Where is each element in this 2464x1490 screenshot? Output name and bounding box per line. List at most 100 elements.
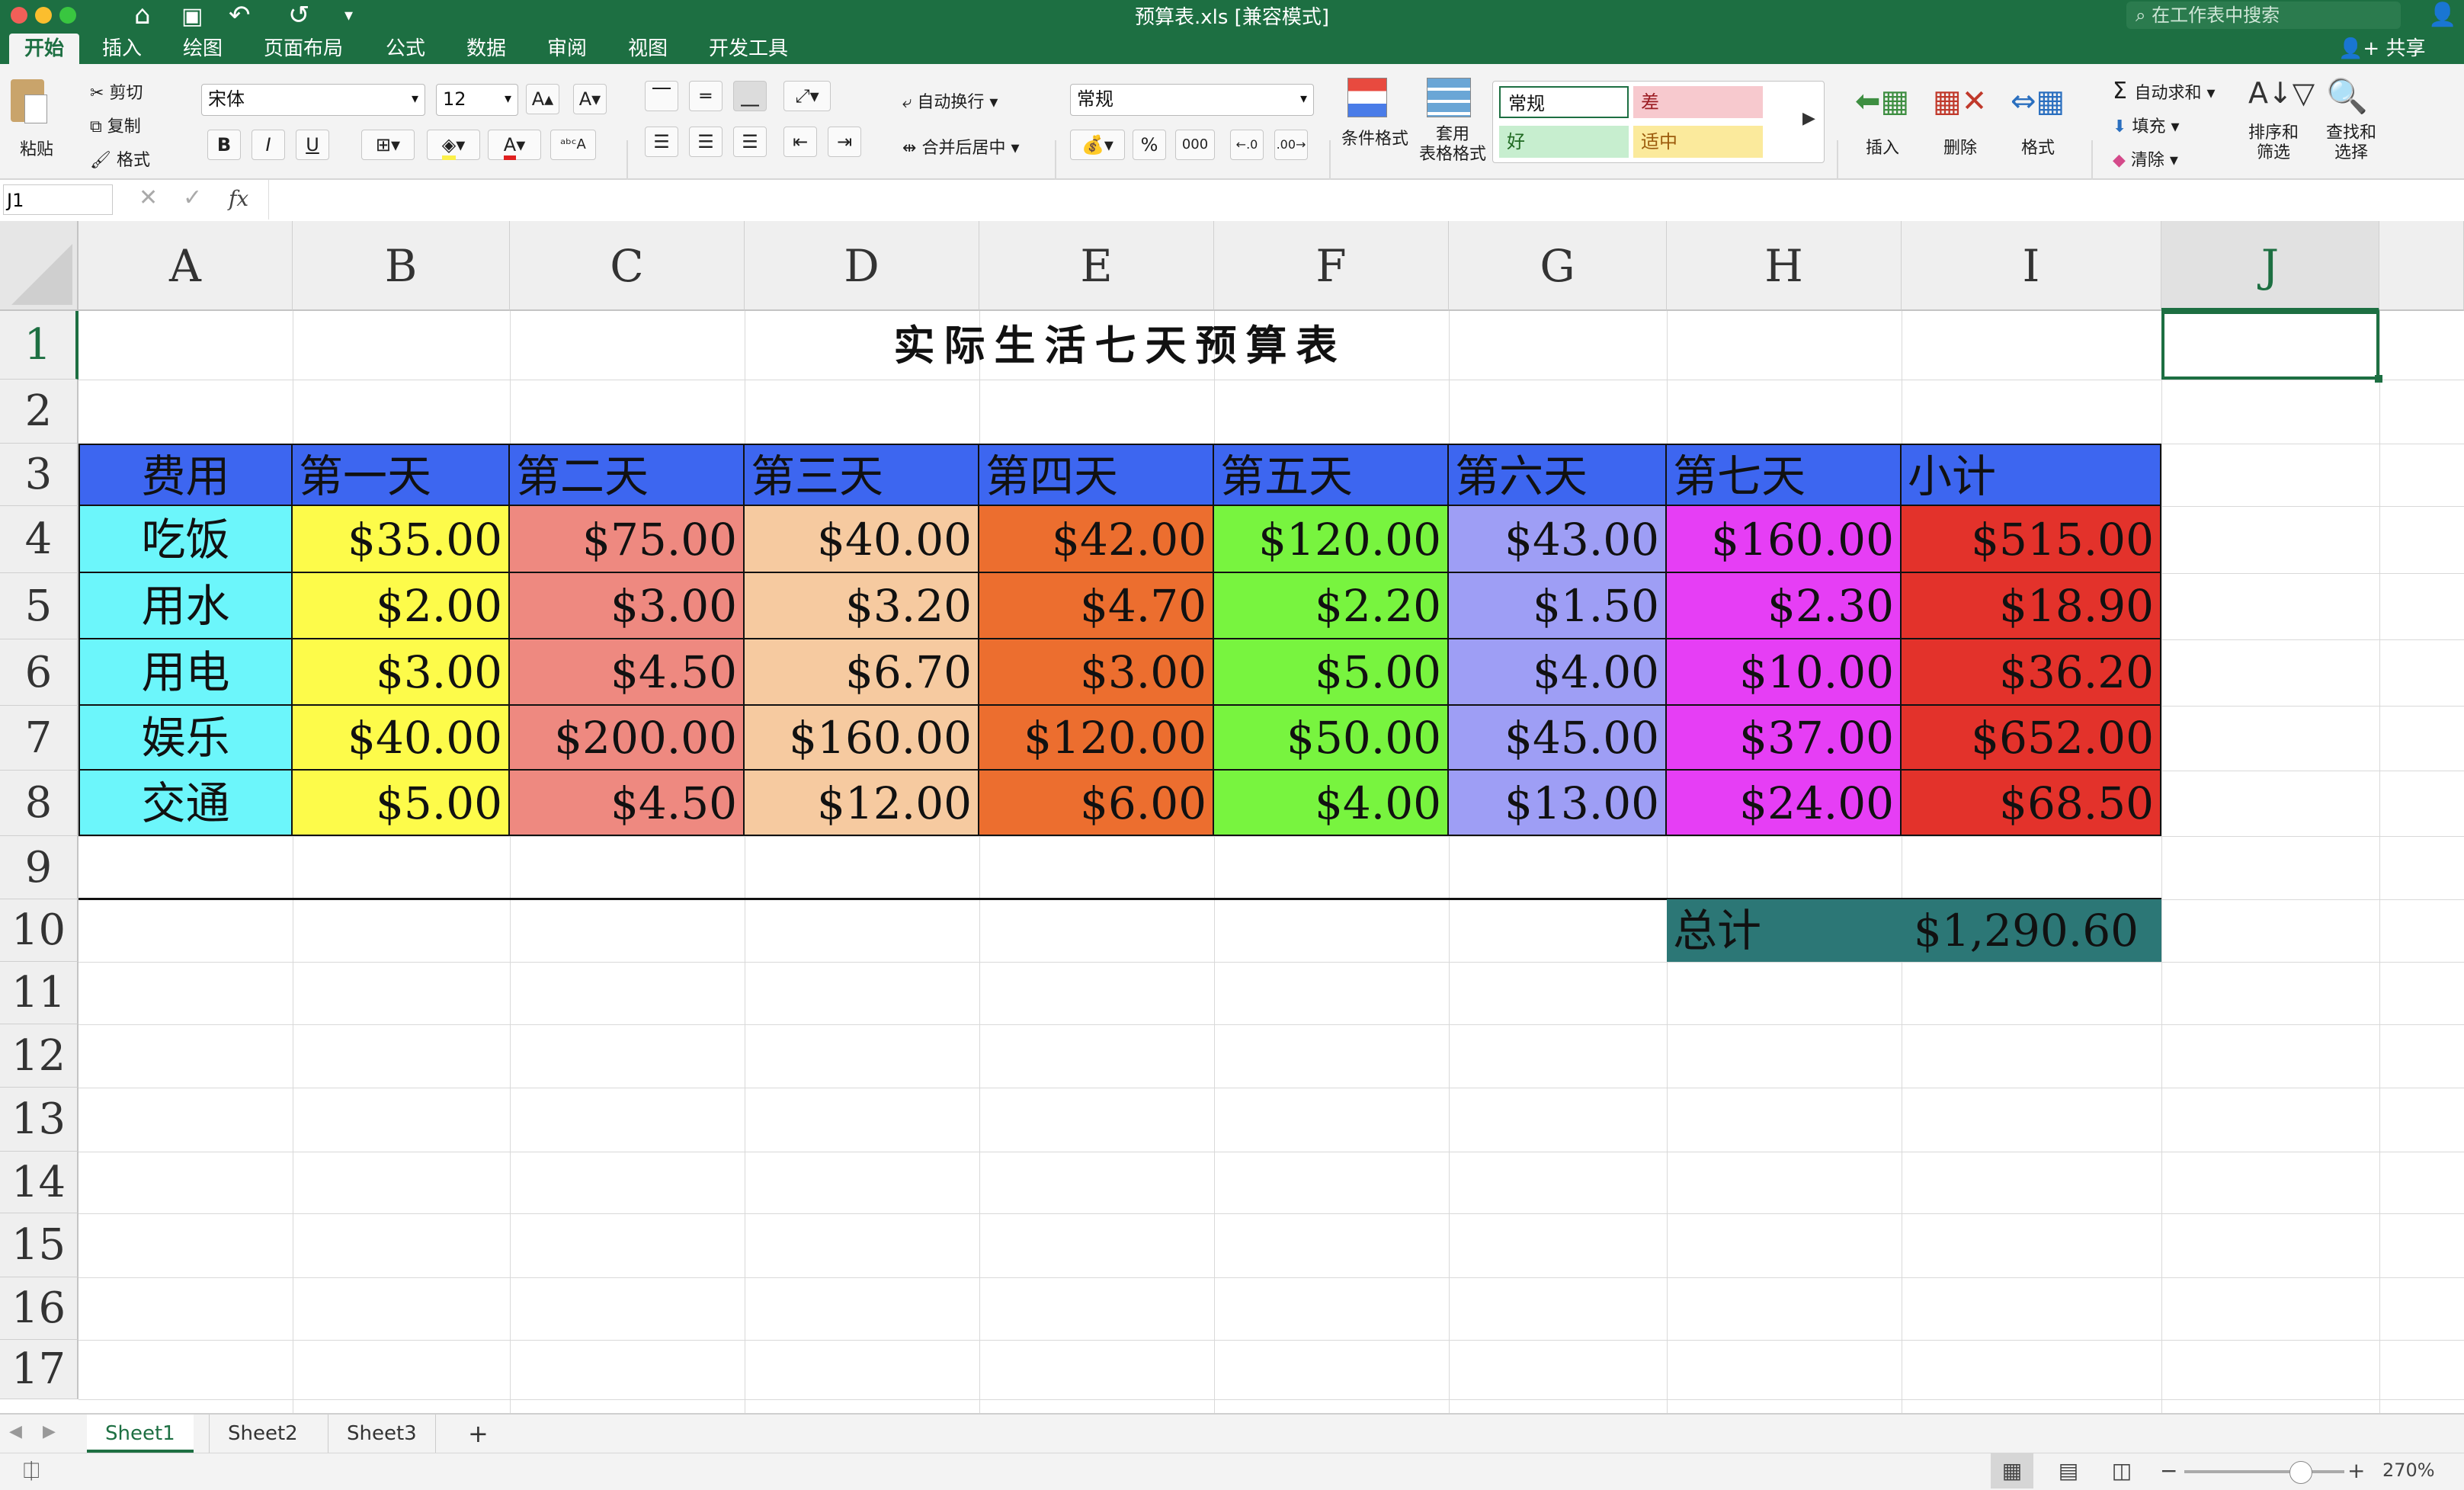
header-cell[interactable]: 第七天 <box>1667 444 1902 506</box>
paste-button[interactable] <box>11 79 50 125</box>
day-value-cell[interactable]: $4.00 <box>1214 771 1449 836</box>
scroll-tabs-right-icon[interactable]: ▶ <box>43 1422 56 1441</box>
percent-button[interactable]: % <box>1133 130 1166 160</box>
zoom-in-button[interactable]: + <box>2347 1458 2365 1483</box>
autosum-button[interactable]: Σ 自动求和 ▾ <box>2113 78 2216 104</box>
day-value-cell[interactable]: $4.00 <box>1449 639 1667 706</box>
day-value-cell[interactable]: $3.00 <box>510 573 745 639</box>
normal-view-button[interactable]: ▦ <box>1991 1453 2033 1488</box>
decrease-indent-button[interactable]: ⇤ <box>783 127 817 157</box>
header-cell[interactable]: 第三天 <box>745 444 979 506</box>
page-break-view-button[interactable]: ◫ <box>2100 1453 2143 1488</box>
day-value-cell[interactable]: $200.00 <box>510 706 745 771</box>
day-value-cell[interactable]: $42.00 <box>979 506 1214 573</box>
fill-color-button[interactable]: ◈▾ <box>427 130 480 160</box>
day-value-cell[interactable]: $3.00 <box>979 639 1214 706</box>
insert-cells-button[interactable]: ⬅▦ 插入 <box>1849 81 1918 158</box>
confirm-formula-icon[interactable]: ✓ <box>183 184 202 211</box>
fill-handle[interactable] <box>2375 375 2382 383</box>
day-value-cell[interactable]: $35.00 <box>293 506 510 573</box>
tab-developer[interactable]: 开发工具 <box>709 34 788 64</box>
subtotal-cell[interactable]: $18.90 <box>1902 573 2161 639</box>
clear-button[interactable]: ◆ 清除 ▾ <box>2113 146 2178 171</box>
total-value-cell[interactable]: $1,290.60 <box>1902 899 2161 962</box>
number-format-select[interactable]: 常规 ▾ <box>1070 84 1314 116</box>
column-header-a[interactable]: A <box>79 221 293 311</box>
day-value-cell[interactable]: $40.00 <box>293 706 510 771</box>
fill-button[interactable]: ⬇ 填充 ▾ <box>2113 113 2180 137</box>
sheet-tab-sheet1[interactable]: Sheet1 <box>87 1415 194 1453</box>
increase-indent-button[interactable]: ⇥ <box>828 127 861 157</box>
increase-decimal-button[interactable]: ←.0 <box>1230 130 1264 160</box>
align-top-button[interactable]: ⎺ <box>645 81 678 111</box>
tab-formulas[interactable]: 公式 <box>386 34 425 64</box>
align-middle-button[interactable]: ═ <box>689 81 723 111</box>
day-value-cell[interactable]: $120.00 <box>1214 506 1449 573</box>
sort-filter-button[interactable]: A↓▽ 排序和 筛选 <box>2244 76 2315 168</box>
day-value-cell[interactable]: $160.00 <box>1667 506 1902 573</box>
header-cell[interactable]: 第四天 <box>979 444 1214 506</box>
subtotal-cell[interactable]: $652.00 <box>1902 706 2161 771</box>
day-value-cell[interactable]: $45.00 <box>1449 706 1667 771</box>
day-value-cell[interactable]: $5.00 <box>1214 639 1449 706</box>
row-header-8[interactable]: 8 <box>0 771 79 836</box>
comma-style-button[interactable]: 000 <box>1175 130 1215 160</box>
copy-button[interactable]: ⧉ 复制 <box>90 113 141 137</box>
column-header-i[interactable]: I <box>1902 221 2161 311</box>
style-bad[interactable]: 差 <box>1633 86 1763 118</box>
day-value-cell[interactable]: $5.00 <box>293 771 510 836</box>
subtotal-cell[interactable]: $36.20 <box>1902 639 2161 706</box>
style-normal[interactable]: 常规 <box>1499 86 1629 118</box>
find-select-button[interactable]: 🔍 查找和 选择 <box>2321 76 2390 168</box>
column-header-f[interactable]: F <box>1214 221 1449 311</box>
underline-button[interactable]: U <box>296 130 329 160</box>
macro-record-icon[interactable]: ⎅ <box>23 1458 40 1484</box>
header-cell[interactable]: 费用 <box>79 444 293 506</box>
day-value-cell[interactable]: $75.00 <box>510 506 745 573</box>
day-value-cell[interactable]: $13.00 <box>1449 771 1667 836</box>
phonetic-button[interactable]: ᵃᵇᶜA <box>550 130 596 160</box>
header-cell[interactable]: 第二天 <box>510 444 745 506</box>
zoom-out-button[interactable]: − <box>2160 1458 2177 1483</box>
header-cell[interactable]: 第六天 <box>1449 444 1667 506</box>
day-value-cell[interactable]: $120.00 <box>979 706 1214 771</box>
day-value-cell[interactable]: $3.00 <box>293 639 510 706</box>
conditional-format-button[interactable]: 条件格式 <box>1341 78 1408 154</box>
header-cell[interactable]: 第五天 <box>1214 444 1449 506</box>
row-header-7[interactable]: 7 <box>0 706 79 771</box>
cancel-formula-icon[interactable]: ✕ <box>139 184 158 211</box>
select-all-button[interactable] <box>0 221 79 311</box>
row-header-2[interactable]: 2 <box>0 380 79 444</box>
align-right-button[interactable]: ☰ <box>733 127 767 157</box>
day-value-cell[interactable]: $2.20 <box>1214 573 1449 639</box>
style-neutral[interactable]: 适中 <box>1633 126 1763 158</box>
day-value-cell[interactable]: $10.00 <box>1667 639 1902 706</box>
row-header-9[interactable]: 9 <box>0 836 79 899</box>
column-header-h[interactable]: H <box>1667 221 1902 311</box>
day-value-cell[interactable]: $6.00 <box>979 771 1214 836</box>
sheet-tab-sheet3[interactable]: Sheet3 <box>328 1415 436 1453</box>
subtotal-cell[interactable]: $68.50 <box>1902 771 2161 836</box>
orientation-button[interactable]: ⤢▾ <box>783 81 831 111</box>
align-bottom-button[interactable]: ⎽ <box>733 81 767 111</box>
day-value-cell[interactable]: $2.30 <box>1667 573 1902 639</box>
day-value-cell[interactable]: $6.70 <box>745 639 979 706</box>
zoom-level[interactable]: 270% <box>2382 1460 2435 1481</box>
category-cell[interactable]: 用电 <box>79 639 293 706</box>
share-button[interactable]: 👤+ 共享 <box>2338 34 2425 64</box>
delete-cells-button[interactable]: ▦✕ 删除 <box>1927 81 1995 158</box>
column-header-b[interactable]: B <box>293 221 510 311</box>
search-sheet-input[interactable]: ⌕ 在工作表中搜索 <box>2126 2 2401 29</box>
tab-draw[interactable]: 绘图 <box>183 34 223 64</box>
format-painter-button[interactable]: 🖌 格式 <box>90 146 150 171</box>
day-value-cell[interactable]: $4.70 <box>979 573 1214 639</box>
header-cell[interactable]: 小计 <box>1902 444 2161 506</box>
column-header-j[interactable]: J <box>2161 221 2379 311</box>
worksheet-grid[interactable]: ABCDEFGHIJ 1 2 3 4 5 6 7 8 9 10 11 12 13 14 15 16 17 实际生… <box>0 221 2464 1413</box>
row-header-10[interactable]: 10 <box>0 899 79 962</box>
row-header-12[interactable]: 12 <box>0 1024 79 1088</box>
font-size-select[interactable]: 12 ▾ <box>436 84 518 116</box>
day-value-cell[interactable]: $12.00 <box>745 771 979 836</box>
name-box[interactable]: J1 <box>3 184 113 215</box>
account-icon[interactable]: 👤 <box>2428 2 2456 28</box>
